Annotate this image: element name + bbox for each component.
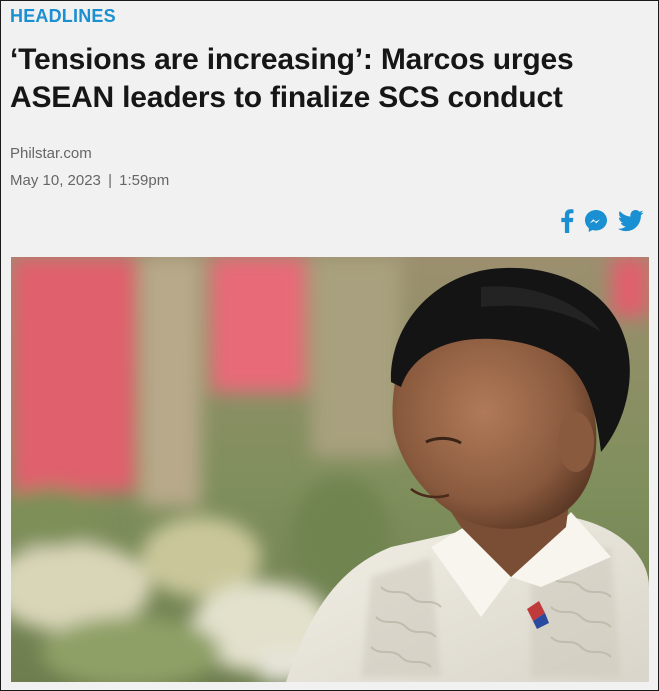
twitter-icon[interactable]: [618, 210, 644, 232]
facebook-icon[interactable]: [560, 209, 574, 233]
article-headline[interactable]: ‘Tensions are increasing’: Marcos urges …: [10, 41, 650, 117]
article-photo[interactable]: [11, 257, 649, 682]
photo-illustration: [11, 257, 649, 682]
article-source: Philstar.com: [10, 145, 92, 162]
messenger-icon[interactable]: [584, 209, 608, 233]
article-time: 1:59pm: [119, 172, 170, 189]
share-buttons: [560, 209, 644, 233]
article-dateline: May 10, 2023 | 1:59pm: [10, 172, 169, 189]
article-date: May 10, 2023: [10, 172, 101, 189]
category-label[interactable]: HEADLINES: [10, 6, 116, 27]
article-card: HEADLINES ‘Tensions are increasing’: Mar…: [0, 0, 659, 691]
dateline-separator: |: [108, 172, 112, 189]
